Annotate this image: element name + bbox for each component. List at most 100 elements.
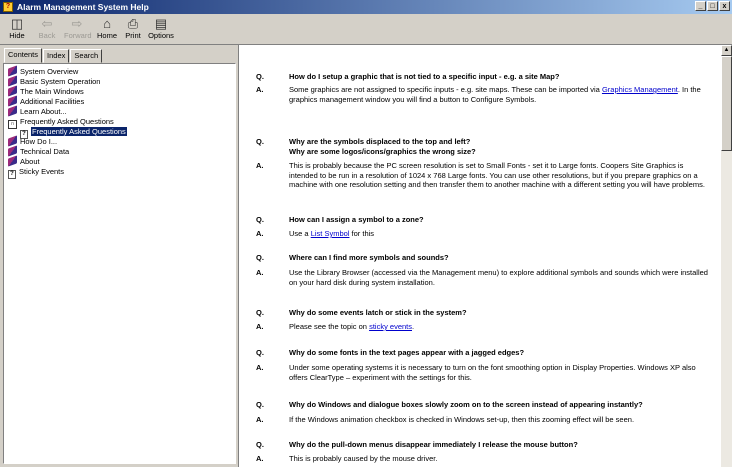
back-arrow-icon: ⇦ [41, 16, 53, 31]
nav-tabs: Contents Index Search [4, 48, 103, 63]
answer-text: Under some operating systems it is neces… [289, 363, 696, 382]
q-label: Q. [256, 348, 264, 357]
q-label: Q. [256, 72, 264, 81]
tree-item-label: About [20, 157, 40, 166]
a-label: A. [256, 363, 264, 372]
title-bar: ? Alarm Management System Help _ □ x [0, 0, 732, 14]
book-icon [8, 155, 17, 167]
answer-text: Please see the topic on sticky events. [289, 322, 714, 332]
q-label: Q. [256, 400, 264, 409]
list-symbol-link[interactable]: List Symbol [311, 229, 350, 238]
tree-item-additional-facilities[interactable]: Additional Facilities [8, 95, 85, 107]
a-label: A. [256, 322, 264, 331]
options-icon: ▤ [154, 16, 168, 31]
q-label: Q. [256, 308, 264, 317]
question-text-line2: Why are some logos/icons/graphics the wr… [289, 147, 476, 156]
q-label: Q. [256, 137, 264, 146]
tree-item-learn-about[interactable]: Learn About... [8, 105, 67, 117]
question-text: How can I assign a symbol to a zone? [289, 215, 424, 224]
window-controls: _ □ x [695, 1, 730, 11]
question-text: Why do some events latch or stick in the… [289, 308, 467, 317]
q-label: Q. [256, 253, 264, 262]
question-text: Why are the symbols displaced to the top… [289, 137, 471, 146]
scroll-up-icon[interactable]: ▲ [721, 45, 732, 56]
options-button[interactable]: ▤ Options [148, 16, 174, 41]
tab-contents[interactable]: Contents [4, 48, 43, 63]
question-text: Why do the pull-down menus disappear imm… [289, 440, 578, 449]
answer-text-part: Use a [289, 229, 311, 238]
question-text: Where can I find more symbols and sounds… [289, 253, 449, 262]
hide-label: Hide [9, 31, 25, 40]
minimize-button[interactable]: _ [695, 1, 706, 11]
tree-item-faq-folder[interactable]: ∩ Frequently Asked Questions [8, 117, 114, 129]
back-label: Back [38, 31, 56, 40]
print-button[interactable]: ⎙ Print [120, 16, 146, 41]
forward-label: Forward [64, 31, 92, 40]
tree-item-technical-data[interactable]: Technical Data [8, 145, 70, 157]
close-button[interactable]: x [719, 1, 730, 11]
a-label: A. [256, 85, 264, 94]
tree-item-about[interactable]: About [8, 155, 40, 167]
vertical-scrollbar[interactable]: ▲ [721, 45, 732, 467]
forward-button[interactable]: ⇨ Forward [64, 16, 92, 41]
window-title: Alarm Management System Help [17, 2, 149, 12]
answer-text-part: . [412, 322, 415, 331]
question-text: Why do some fonts in the text pages appe… [289, 348, 525, 357]
help-app-icon: ? [3, 2, 13, 12]
tree-item-label: How Do I... [20, 137, 58, 146]
a-label: A. [256, 454, 264, 463]
options-label: Options [148, 31, 174, 40]
answer-text: Use the Library Browser (accessed via th… [289, 268, 708, 287]
answer-text: This is probably caused by the mouse dri… [289, 454, 438, 463]
answer-text: This is probably because the PC screen r… [289, 161, 705, 189]
help-page-icon: ? [8, 170, 16, 179]
a-label: A. [256, 415, 264, 424]
tree-item-main-windows[interactable]: The Main Windows [8, 85, 84, 97]
home-icon: ⌂ [103, 16, 111, 31]
tree-item-label: Sticky Events [19, 167, 65, 176]
hide-button[interactable]: ◫ Hide [4, 16, 30, 41]
q-label: Q. [256, 215, 264, 224]
tree-item-sticky-events[interactable]: ? Sticky Events [8, 167, 65, 179]
tree-item-label: Additional Facilities [20, 97, 85, 106]
a-label: A. [256, 229, 264, 238]
answer-text-part: Some graphics are not assigned to specif… [289, 85, 602, 94]
tree-item-faq-page[interactable]: ? Frequently Asked Questions [20, 127, 127, 139]
home-button[interactable]: ⌂ Home [94, 16, 120, 41]
hide-panes-icon: ◫ [10, 16, 24, 31]
maximize-button[interactable]: □ [707, 1, 718, 11]
a-label: A. [256, 161, 264, 170]
tree-item-label: Frequently Asked Questions [20, 117, 114, 126]
tree-item-label: System Overview [20, 67, 79, 76]
answer-text: If the Windows animation checkbox is che… [289, 415, 635, 424]
contents-tree: System Overview Basic System Operation T… [3, 63, 236, 464]
navigation-pane: Contents Index Search System Overview Ba… [0, 45, 238, 467]
back-button[interactable]: ⇦ Back [34, 16, 60, 41]
tab-search[interactable]: Search [70, 49, 103, 63]
tree-item-label: Learn About... [20, 107, 67, 116]
toolbar: ◫ Hide ⇦ Back ⇨ Forward ⌂ Home ⎙ Print ▤… [0, 14, 732, 45]
answer-text-part: Please see the topic on [289, 322, 370, 331]
question-text: Why do Windows and dialogue boxes slowly… [289, 400, 643, 409]
tree-item-basic-operation[interactable]: Basic System Operation [8, 75, 101, 87]
tab-index[interactable]: Index [43, 49, 70, 63]
answer-text: Use a List Symbol for this [289, 229, 714, 239]
topic-content-pane: ▲ Q. How do I setup a graphic that is no… [238, 45, 732, 467]
home-label: Home [96, 31, 117, 40]
answer-text-part: for this [349, 229, 375, 238]
scroll-thumb[interactable] [721, 56, 732, 151]
graphics-management-link[interactable]: Graphics Management [602, 85, 678, 94]
answer-text: Some graphics are not assigned to specif… [289, 85, 714, 104]
tree-item-label: The Main Windows [20, 87, 84, 96]
sticky-events-link[interactable]: sticky events [369, 322, 412, 331]
a-label: A. [256, 268, 264, 277]
tree-item-system-overview[interactable]: System Overview [8, 65, 79, 77]
tree-item-label: Technical Data [20, 147, 70, 156]
print-label: Print [125, 31, 141, 40]
tree-item-label: Basic System Operation [20, 77, 101, 86]
forward-arrow-icon: ⇨ [71, 16, 83, 31]
tree-item-label: Frequently Asked Questions [31, 127, 127, 136]
open-book-icon: ∩ [8, 120, 17, 129]
book-icon [8, 105, 17, 117]
printer-icon: ⎙ [127, 16, 139, 31]
